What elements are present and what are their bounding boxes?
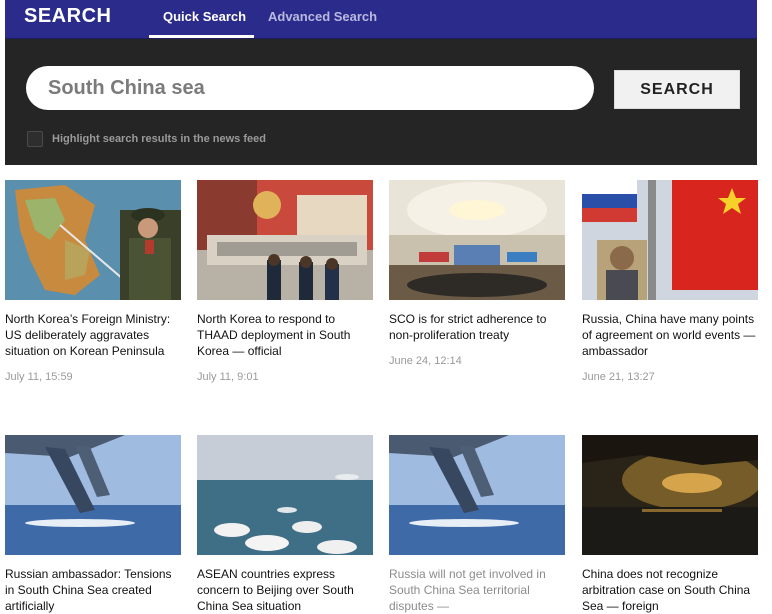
news-card-4[interactable]: Russia, China have many points of agreem… [582,180,758,383]
conference-hall-image [389,180,565,300]
article-title[interactable]: Russia will not get involved in South Ch… [389,566,565,614]
article-date: June 21, 13:27 [582,371,655,383]
article-thumbnail[interactable] [389,180,565,300]
top-navigation-bar: SEARCH Quick Search Advanced Search [5,0,757,39]
article-date: June 24, 12:14 [389,355,462,367]
article-thumbnail[interactable] [582,435,758,555]
aircraft-island-image [389,435,565,555]
search-brand-title: SEARCH [24,5,112,27]
reef-clouds-image [197,435,373,555]
article-thumbnail[interactable] [5,180,181,300]
news-card-7[interactable]: Russia will not get involved in South Ch… [389,435,565,614]
article-thumbnail[interactable] [582,180,758,300]
highlight-checkbox-label: Highlight search results in the news fee… [52,133,266,145]
active-tab-indicator [149,35,254,38]
article-thumbnail[interactable] [197,435,373,555]
article-date: July 11, 15:59 [5,371,73,383]
article-title[interactable]: Russian ambassador: Tensions in South Ch… [5,566,181,614]
article-title[interactable]: Russia, China have many points of agreem… [582,311,758,359]
news-card-2[interactable]: North Korea to respond to THAAD deployme… [197,180,373,383]
search-input[interactable] [26,66,594,110]
flags-image [582,180,758,300]
article-title[interactable]: SCO is for strict adherence to non-proli… [389,311,565,343]
aircraft-island-image [5,435,181,555]
article-thumbnail[interactable] [389,435,565,555]
search-button[interactable]: SEARCH [614,70,740,109]
news-card-1[interactable]: North Korea’s Foreign Ministry: US delib… [5,180,181,383]
search-panel: SEARCH Highlight search results in the n… [5,39,757,165]
tab-advanced-search[interactable]: Advanced Search [268,9,377,24]
news-card-3[interactable]: SCO is for strict adherence to non-proli… [389,180,565,367]
news-card-6[interactable]: ASEAN countries express concern to Beiji… [197,435,373,614]
article-title[interactable]: North Korea’s Foreign Ministry: US delib… [5,311,181,359]
news-card-8[interactable]: China does not recognize arbitration cas… [582,435,758,614]
article-thumbnail[interactable] [197,180,373,300]
news-card-5[interactable]: Russian ambassador: Tensions in South Ch… [5,435,181,614]
map-officer-image [5,180,181,300]
highlight-checkbox[interactable] [27,131,43,147]
tab-quick-search[interactable]: Quick Search [163,9,246,24]
article-title[interactable]: ASEAN countries express concern to Beiji… [197,566,373,614]
article-date: July 11, 9:01 [197,371,259,383]
mural-image [197,180,373,300]
article-thumbnail[interactable] [5,435,181,555]
article-title[interactable]: China does not recognize arbitration cas… [582,566,758,614]
article-title[interactable]: North Korea to respond to THAAD deployme… [197,311,373,359]
sunset-sea-image [582,435,758,555]
